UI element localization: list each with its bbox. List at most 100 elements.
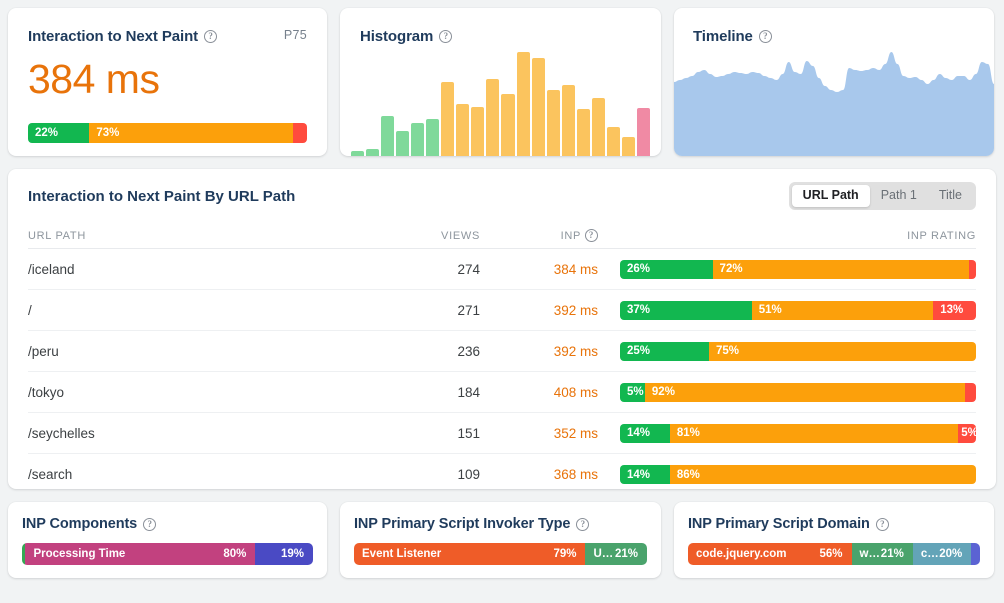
bar-segment-value: 56% xyxy=(819,548,843,560)
bottom-cards-row: INP Components ? Processing Time 80% 19% I… xyxy=(8,502,996,578)
column-header-inp: INP ? xyxy=(480,229,598,242)
inp-invoker-type-card: INP Primary Script Invoker Type ? Event … xyxy=(340,502,661,578)
bar-segment: Processing Time 80% xyxy=(25,543,256,565)
histogram-bar xyxy=(471,106,485,156)
inp-summary-card: Interaction to Next Paint ? P75 384 ms 2… xyxy=(8,8,327,156)
inp-script-domain-card: INP Primary Script Domain ? code.jquery.… xyxy=(674,502,994,578)
histogram-bar xyxy=(621,136,635,156)
table-title: Interaction to Next Paint By URL Path xyxy=(28,187,296,205)
inp-rating-bar: 37% 51% 13% xyxy=(620,300,976,320)
bar-segment: 37% xyxy=(620,300,752,320)
cell-inp-rating: 14%81%5% xyxy=(598,423,976,443)
bar-segment-value: 19% xyxy=(280,548,304,560)
table-row[interactable]: /iceland 274 384 ms 26% 72% xyxy=(28,249,976,290)
inp-card-title-text: Interaction to Next Paint xyxy=(28,28,199,45)
help-icon[interactable]: ? xyxy=(143,517,157,531)
bar-segment: 26% xyxy=(620,259,713,279)
histogram-bar xyxy=(531,58,545,156)
inp-card-title: Interaction to Next Paint ? xyxy=(28,28,218,45)
histogram-bar xyxy=(546,90,560,156)
bar-segment-value: 80% xyxy=(223,548,247,560)
help-icon[interactable]: ? xyxy=(204,30,218,43)
cell-views: 151 xyxy=(457,425,480,441)
cell-inp-rating: 5% 92% xyxy=(598,382,976,402)
histogram-bar xyxy=(381,116,395,156)
timeline-card: Timeline ? xyxy=(674,8,994,156)
inp-components-card: INP Components ? Processing Time 80% 19% xyxy=(8,502,327,578)
cell-views: 109 xyxy=(457,467,480,482)
cell-inp: 384 ms xyxy=(553,261,598,277)
histogram-card-title: Histogram ? xyxy=(360,28,661,45)
histogram-bars xyxy=(351,46,650,156)
bar-segment: 5% xyxy=(958,423,976,443)
bar-segment: 22% xyxy=(28,123,90,143)
histogram-bar xyxy=(561,84,575,156)
table-card-header: Interaction to Next Paint By URL Path UR… xyxy=(28,169,976,223)
inp-by-url-path-card: Interaction to Next Paint By URL Path UR… xyxy=(8,169,996,489)
bar-segment: 5% xyxy=(620,382,645,402)
bar-segment-value: 21% xyxy=(880,548,904,560)
bar-segment-value: 79% xyxy=(553,548,577,560)
cell-views: 271 xyxy=(457,302,480,318)
bar-segment-label: U… xyxy=(593,548,614,560)
inp-script-domain-title-text: INP Primary Script Domain xyxy=(688,516,870,532)
bar-segment: 14% xyxy=(620,465,670,484)
inp-components-title: INP Components ? xyxy=(22,516,313,532)
cell-url-path[interactable]: /seychelles xyxy=(28,426,360,441)
histogram-bar xyxy=(366,149,380,156)
cell-inp: 392 ms xyxy=(553,343,598,359)
bar-segment: 72% xyxy=(712,259,969,279)
table-row[interactable]: /seychelles 151 352 ms 14%81%5% xyxy=(28,413,976,454)
inp-components-bar: Processing Time 80% 19% xyxy=(22,543,313,565)
top-cards-row: Interaction to Next Paint ? P75 384 ms 2… xyxy=(8,8,996,156)
percentile-label: P75 xyxy=(283,28,307,42)
bar-segment-value: 20% xyxy=(939,548,963,560)
cell-inp-rating: 14% 86% xyxy=(598,465,976,484)
segmented-option-path-1[interactable]: Path 1 xyxy=(870,185,928,207)
bar-segment-label: Event Listener xyxy=(362,548,442,560)
bar-segment: code.jquery.com 56% xyxy=(688,543,852,565)
histogram-bar xyxy=(501,94,515,156)
cell-url-path[interactable]: /search xyxy=(28,467,360,482)
cell-url-path[interactable]: /tokyo xyxy=(28,385,360,400)
bar-segment: 73% xyxy=(89,123,294,143)
bar-segment-label: Processing Time xyxy=(33,548,126,560)
table-column-headers: URL PATH VIEWS INP ? INP RATING xyxy=(28,223,976,249)
bar-segment: w… 21% xyxy=(851,543,913,565)
histogram-bar xyxy=(516,51,530,156)
bar-segment xyxy=(968,259,976,279)
histogram-card: Histogram ? xyxy=(340,8,661,156)
table-row[interactable]: / 271 392 ms 37% 51% 13% xyxy=(28,290,976,331)
column-header-inp-rating: INP RATING xyxy=(907,229,976,242)
histogram-bar xyxy=(576,109,590,156)
bar-segment: 19% xyxy=(255,543,313,565)
cell-inp-rating: 37% 51% 13% xyxy=(598,300,976,320)
cell-url-path[interactable]: /iceland xyxy=(28,262,360,277)
segmented-option-url-path[interactable]: URL Path xyxy=(791,185,870,207)
segmented-option-title[interactable]: Title xyxy=(928,185,973,207)
help-icon[interactable]: ? xyxy=(576,517,590,531)
bar-segment xyxy=(293,123,307,143)
cell-inp: 392 ms xyxy=(553,302,598,318)
inp-invoker-type-title: INP Primary Script Invoker Type ? xyxy=(354,516,647,532)
table-row[interactable]: /tokyo 184 408 ms 5% 92% xyxy=(28,372,976,413)
bar-segment: 51% xyxy=(751,300,934,320)
cell-views: 184 xyxy=(457,384,480,400)
cell-url-path[interactable]: /peru xyxy=(28,344,360,359)
help-icon[interactable]: ? xyxy=(585,229,598,242)
column-header-views: VIEWS xyxy=(441,229,480,242)
cell-views: 274 xyxy=(457,261,480,277)
grouping-segmented-control[interactable]: URL Path Path 1 Title xyxy=(788,182,976,210)
cell-url-path[interactable]: / xyxy=(28,303,360,318)
help-icon[interactable]: ? xyxy=(439,30,453,43)
histogram-bar xyxy=(411,123,425,156)
inp-script-domain-bar: code.jquery.com 56% w… 21% c… 20% xyxy=(688,543,980,565)
bar-segment: 25% xyxy=(620,341,709,361)
help-icon[interactable]: ? xyxy=(875,517,889,531)
table-row[interactable]: /peru 236 392 ms 25% 75% xyxy=(28,331,976,372)
inp-card-header: Interaction to Next Paint ? P75 xyxy=(28,28,307,45)
inp-components-title-text: INP Components xyxy=(22,516,138,532)
table-row[interactable]: /search 109 368 ms 14% 86% xyxy=(28,454,976,495)
timeline-area-chart xyxy=(674,52,994,156)
bar-segment: 14% xyxy=(620,423,670,443)
